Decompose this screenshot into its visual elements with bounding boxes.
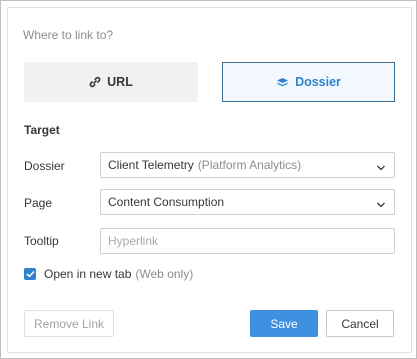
open-new-tab-label: Open in new tab: [44, 267, 132, 281]
dossier-option-label: Dossier: [295, 75, 341, 89]
dialog-frame: [7, 7, 412, 353]
dossier-select-value: Client Telemetry: [108, 158, 194, 172]
open-new-tab-hint: (Web only): [135, 267, 194, 281]
cancel-button[interactable]: Cancel: [326, 310, 394, 337]
url-option-button[interactable]: URL: [24, 62, 198, 102]
page-field-label: Page: [24, 196, 53, 210]
save-button[interactable]: Save: [250, 310, 318, 337]
link-question: Where to link to?: [23, 28, 114, 42]
open-new-tab-option[interactable]: Open in new tab (Web only): [24, 267, 193, 281]
target-section-title: Target: [24, 123, 60, 137]
checkmark-icon: [25, 270, 35, 278]
dossier-field-label: Dossier: [24, 159, 65, 173]
link-dialog: Where to link to? URL Dossier Target Dos…: [0, 0, 417, 359]
link-icon: [89, 76, 101, 88]
remove-link-button[interactable]: Remove Link: [24, 310, 114, 337]
dossier-select[interactable]: Client Telemetry (Platform Analytics): [100, 152, 395, 178]
tooltip-input[interactable]: [100, 228, 395, 254]
page-select[interactable]: Content Consumption: [100, 189, 395, 215]
dossier-select-secondary: (Platform Analytics): [197, 158, 302, 172]
dossier-option-button[interactable]: Dossier: [222, 62, 395, 102]
url-option-label: URL: [107, 75, 133, 89]
chevron-down-icon: [376, 198, 386, 212]
page-select-value: Content Consumption: [108, 195, 225, 209]
checkbox-checked[interactable]: [24, 268, 36, 280]
dossier-icon: [276, 77, 289, 88]
chevron-down-icon: [376, 161, 386, 175]
tooltip-field-label: Tooltip: [24, 234, 59, 248]
